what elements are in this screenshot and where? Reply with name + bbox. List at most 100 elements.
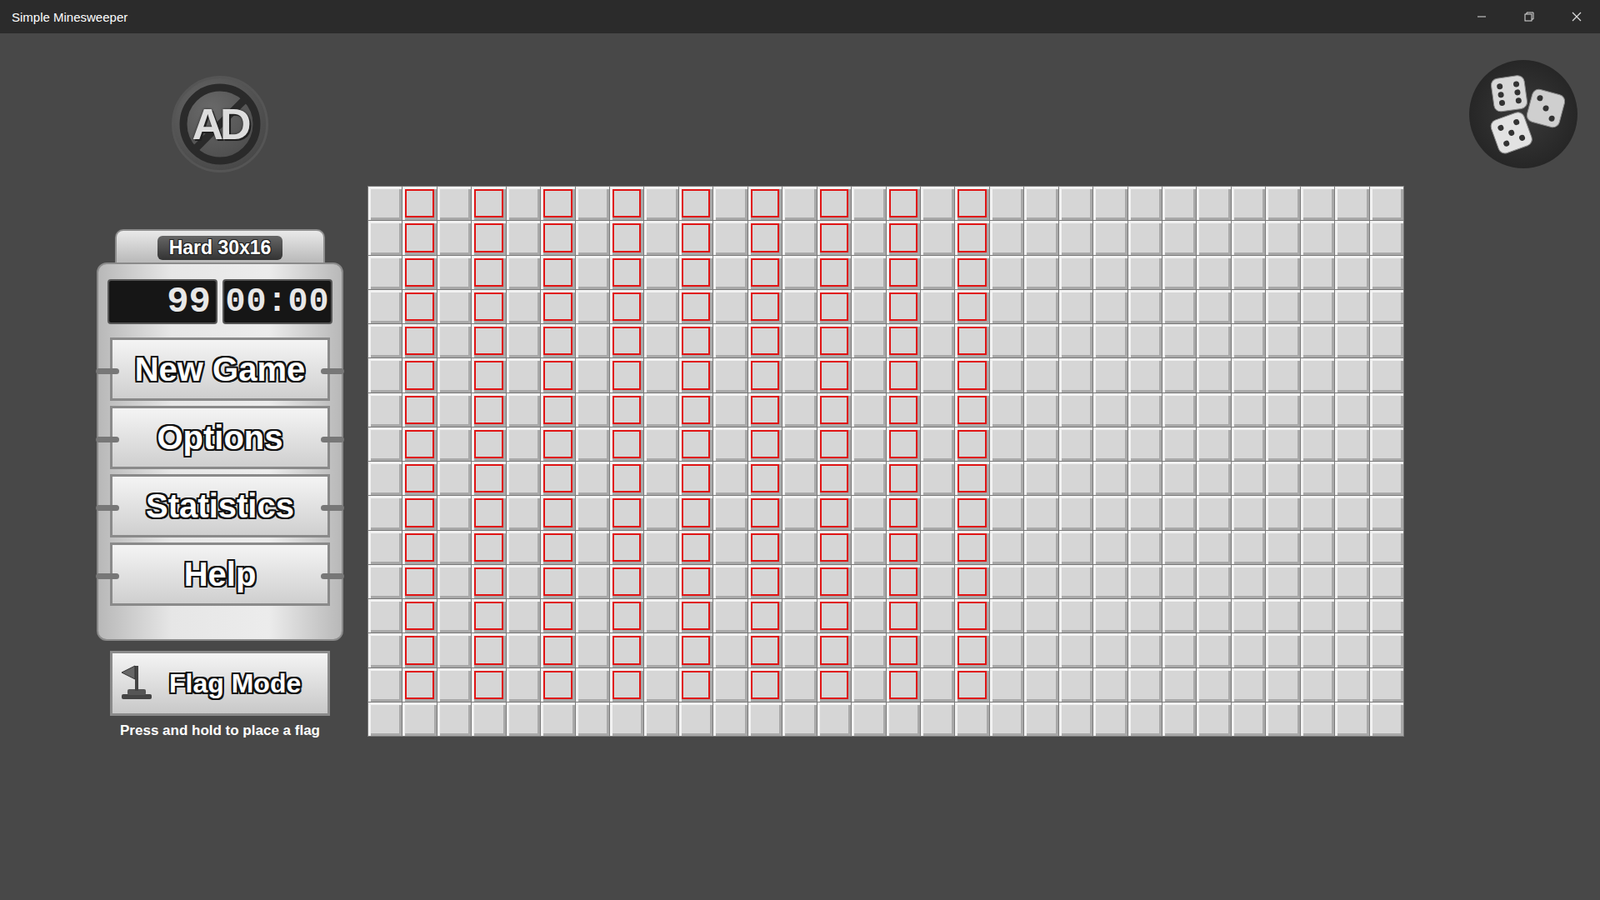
board-cell[interactable] [851, 220, 885, 255]
board-cell[interactable] [1024, 427, 1058, 461]
board-cell[interactable] [1024, 599, 1058, 633]
board-cell[interactable] [782, 220, 816, 255]
board-cell[interactable] [644, 255, 678, 290]
board-cell[interactable] [817, 633, 851, 667]
board-cell[interactable] [1162, 495, 1196, 530]
flag-mode-button[interactable]: Flag Mode [110, 650, 330, 716]
board-cell[interactable] [1335, 668, 1369, 702]
board-cell[interactable] [851, 599, 885, 633]
board-cell[interactable] [402, 186, 436, 220]
board-cell[interactable] [610, 495, 644, 530]
board-cell[interactable] [1093, 530, 1127, 565]
board-cell[interactable] [886, 186, 920, 220]
board-cell[interactable] [1300, 393, 1335, 427]
board-cell[interactable] [1231, 393, 1265, 427]
board-cell[interactable] [1093, 358, 1127, 392]
board-cell[interactable] [575, 461, 610, 495]
board-cell[interactable] [955, 702, 989, 736]
board-cell[interactable] [782, 702, 816, 736]
board-cell[interactable] [402, 530, 436, 565]
board-cell[interactable] [471, 393, 505, 427]
board-cell[interactable] [1196, 495, 1230, 530]
board-cell[interactable] [402, 290, 436, 324]
board-cell[interactable] [506, 290, 540, 324]
board-cell[interactable] [817, 530, 851, 565]
board-cell[interactable] [1128, 702, 1162, 736]
board-cell[interactable] [1059, 255, 1093, 290]
board-cell[interactable] [1162, 668, 1196, 702]
board-cell[interactable] [1370, 565, 1404, 599]
board-cell[interactable] [886, 393, 920, 427]
board-cell[interactable] [1231, 255, 1265, 290]
board-cell[interactable] [437, 186, 471, 220]
board-cell[interactable] [1059, 324, 1093, 358]
board-cell[interactable] [817, 324, 851, 358]
board-cell[interactable] [713, 220, 747, 255]
board-cell[interactable] [1265, 495, 1300, 530]
board-cell[interactable] [1265, 461, 1300, 495]
board-cell[interactable] [1128, 358, 1162, 392]
board-cell[interactable] [1024, 290, 1058, 324]
board-cell[interactable] [368, 668, 402, 702]
board-cell[interactable] [506, 565, 540, 599]
board-cell[interactable] [1231, 186, 1265, 220]
board-cell[interactable] [402, 393, 436, 427]
board-cell[interactable] [471, 255, 505, 290]
board-cell[interactable] [990, 427, 1024, 461]
board-cell[interactable] [1024, 358, 1058, 392]
board-cell[interactable] [575, 427, 610, 461]
board-cell[interactable] [1162, 530, 1196, 565]
remove-ads-button[interactable]: AD [171, 75, 269, 173]
board-cell[interactable] [851, 186, 885, 220]
board-cell[interactable] [610, 393, 644, 427]
board-cell[interactable] [851, 530, 885, 565]
board-cell[interactable] [1024, 495, 1058, 530]
board-cell[interactable] [886, 358, 920, 392]
board-cell[interactable] [1162, 427, 1196, 461]
board-cell[interactable] [1093, 668, 1127, 702]
board-cell[interactable] [713, 358, 747, 392]
board-cell[interactable] [782, 668, 816, 702]
board-cell[interactable] [1300, 633, 1335, 667]
board-cell[interactable] [782, 565, 816, 599]
board-cell[interactable] [920, 427, 955, 461]
board-cell[interactable] [748, 565, 782, 599]
board-cell[interactable] [1370, 255, 1404, 290]
board-cell[interactable] [1300, 220, 1335, 255]
board-cell[interactable] [1093, 186, 1127, 220]
board-cell[interactable] [437, 702, 471, 736]
close-icon[interactable] [1552, 0, 1600, 34]
board-cell[interactable] [817, 495, 851, 530]
board-cell[interactable] [1162, 702, 1196, 736]
board-cell[interactable] [886, 530, 920, 565]
board-cell[interactable] [575, 495, 610, 530]
board-cell[interactable] [1196, 633, 1230, 667]
board-cell[interactable] [1231, 358, 1265, 392]
board-cell[interactable] [920, 358, 955, 392]
board-cell[interactable] [610, 461, 644, 495]
board-cell[interactable] [437, 668, 471, 702]
board-cell[interactable] [506, 530, 540, 565]
board-cell[interactable] [1162, 255, 1196, 290]
board-cell[interactable] [1059, 220, 1093, 255]
board-cell[interactable] [1370, 324, 1404, 358]
board-cell[interactable] [471, 358, 505, 392]
board-cell[interactable] [402, 668, 436, 702]
board-cell[interactable] [1196, 530, 1230, 565]
board-cell[interactable] [644, 324, 678, 358]
board-cell[interactable] [1128, 255, 1162, 290]
board-cell[interactable] [1128, 495, 1162, 530]
board-cell[interactable] [990, 393, 1024, 427]
board-cell[interactable] [1370, 633, 1404, 667]
board-cell[interactable] [1128, 186, 1162, 220]
board-cell[interactable] [368, 530, 402, 565]
board-cell[interactable] [1300, 427, 1335, 461]
board-cell[interactable] [851, 427, 885, 461]
board-cell[interactable] [1231, 668, 1265, 702]
board-cell[interactable] [644, 599, 678, 633]
board-cell[interactable] [1370, 393, 1404, 427]
board-cell[interactable] [610, 186, 644, 220]
board-cell[interactable] [575, 702, 610, 736]
board-cell[interactable] [506, 186, 540, 220]
board-cell[interactable] [679, 358, 713, 392]
